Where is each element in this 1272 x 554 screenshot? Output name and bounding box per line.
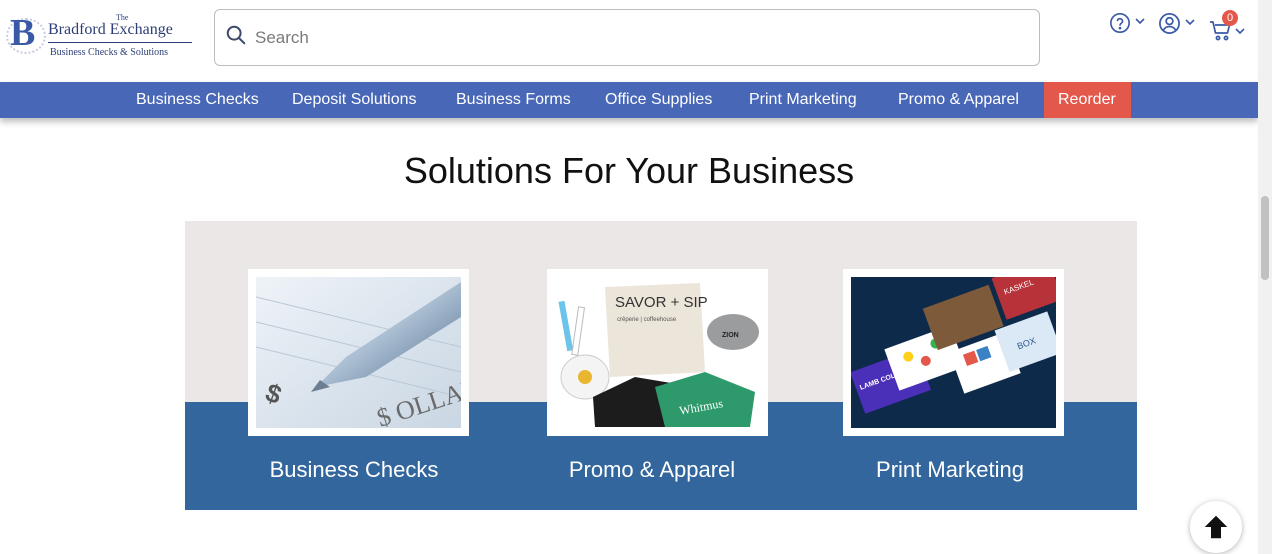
section-title: Solutions For Your Business bbox=[403, 150, 855, 191]
scrollbar-thumb[interactable] bbox=[1261, 196, 1269, 280]
help-menu[interactable] bbox=[1109, 12, 1146, 34]
nav-item-deposit-solutions[interactable]: Deposit Solutions bbox=[278, 82, 431, 118]
chevron-down-icon bbox=[1185, 18, 1195, 25]
account-menu[interactable] bbox=[1158, 12, 1196, 35]
search-box[interactable] bbox=[214, 9, 1040, 66]
card-print-marketing[interactable]: LAMB COLLECTIVE KASKEL BOX bbox=[843, 269, 1064, 436]
print-marketing-image: LAMB COLLECTIVE KASKEL BOX bbox=[851, 277, 1056, 428]
logo-monogram: B bbox=[10, 12, 36, 54]
user-circle-icon bbox=[1159, 13, 1180, 34]
logo-name: Bradford Exchange bbox=[48, 21, 173, 38]
nav-item-promo-apparel[interactable]: Promo & Apparel bbox=[884, 82, 1033, 118]
site-header: B The Bradford Exchange Business Checks … bbox=[0, 0, 1258, 82]
card-label-business-checks[interactable]: Business Checks bbox=[204, 457, 504, 483]
logo-tagline: Business Checks & Solutions bbox=[50, 47, 169, 58]
logo-divider bbox=[48, 42, 192, 43]
nav-item-business-checks[interactable]: Business Checks bbox=[122, 82, 273, 118]
nav-item-office-supplies[interactable]: Office Supplies bbox=[591, 82, 726, 118]
main-nav: Business Checks Deposit Solutions Busine… bbox=[0, 82, 1258, 118]
cart-menu[interactable]: 0 bbox=[1209, 10, 1246, 44]
back-to-top-button[interactable] bbox=[1190, 501, 1242, 553]
nav-item-print-marketing[interactable]: Print Marketing bbox=[735, 82, 871, 118]
question-circle-icon bbox=[1110, 13, 1130, 33]
card-label-print-marketing[interactable]: Print Marketing bbox=[800, 457, 1100, 483]
page-scrollbar[interactable] bbox=[1258, 0, 1272, 554]
promo-apparel-image: SAVOR + SIP crêperie | coffeehouse ZION … bbox=[555, 277, 760, 428]
svg-text:SAVOR + SIP: SAVOR + SIP bbox=[615, 294, 708, 311]
business-checks-image: $ $ OLLARS bbox=[256, 277, 461, 428]
nav-item-business-forms[interactable]: Business Forms bbox=[442, 82, 585, 118]
chevron-down-icon bbox=[1235, 28, 1245, 35]
card-business-checks[interactable]: $ $ OLLARS bbox=[248, 269, 469, 436]
cart-count-badge: 0 bbox=[1222, 10, 1238, 26]
svg-text:crêperie | coffeehouse: crêperie | coffeehouse bbox=[617, 317, 677, 323]
chevron-down-icon bbox=[1135, 18, 1145, 25]
arrow-up-icon bbox=[1204, 515, 1228, 539]
card-promo-apparel[interactable]: SAVOR + SIP crêperie | coffeehouse ZION … bbox=[547, 269, 768, 436]
nav-item-reorder[interactable]: Reorder bbox=[1044, 82, 1131, 118]
search-icon[interactable] bbox=[225, 24, 247, 46]
bradford-exchange-logo[interactable]: B The Bradford Exchange Business Checks … bbox=[6, 12, 196, 62]
svg-text:ZION: ZION bbox=[722, 332, 739, 339]
solutions-panel: $ $ OLLARS Business Checks SAVOR + SIP c… bbox=[185, 221, 1137, 510]
card-label-promo-apparel[interactable]: Promo & Apparel bbox=[502, 457, 802, 483]
search-input[interactable] bbox=[255, 20, 1015, 56]
